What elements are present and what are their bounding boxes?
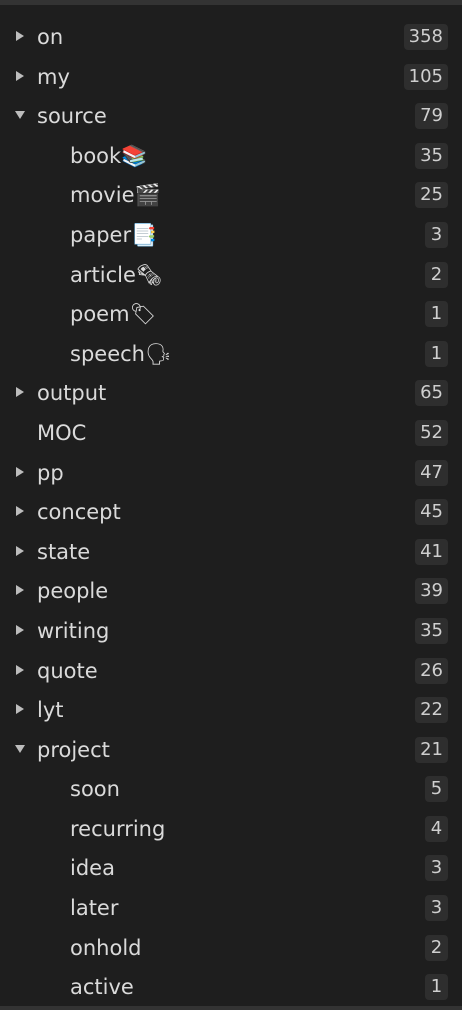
- tag-label: writing: [37, 618, 110, 643]
- tag-count-badge: 21: [415, 736, 448, 763]
- tag-count-badge: 25: [415, 182, 448, 209]
- triangle-right-icon[interactable]: [14, 663, 26, 677]
- tag-label: book📚: [70, 143, 148, 168]
- tag-subitem[interactable]: idea 3: [0, 848, 462, 888]
- tag-label: paper📑: [70, 222, 158, 247]
- tag-label: active: [70, 975, 134, 1000]
- tag-count-badge: 1: [425, 974, 448, 1001]
- tag-item[interactable]: quote 26: [0, 651, 462, 691]
- tag-subitem[interactable]: article🗞 2: [0, 255, 462, 295]
- tag-subitem[interactable]: paper📑 3: [0, 215, 462, 255]
- tag-tree: on 358 my 105 source 79 book📚 35 movie🎬 25 paper📑 3…: [0, 17, 462, 1007]
- tag-item[interactable]: concept 45: [0, 492, 462, 532]
- tag-count-badge: 105: [403, 63, 448, 90]
- tag-item[interactable]: source 79: [0, 96, 462, 136]
- tag-pane: on 358 my 105 source 79 book📚 35 movie🎬 25 paper📑 3…: [0, 0, 462, 1010]
- triangle-down-icon[interactable]: [14, 742, 26, 756]
- triangle-right-icon[interactable]: [14, 29, 26, 43]
- triangle-down-icon[interactable]: [14, 108, 26, 122]
- tag-item[interactable]: project 21: [0, 730, 462, 770]
- tag-count-badge: 47: [415, 459, 448, 486]
- tag-count-badge: 3: [425, 221, 448, 248]
- tag-count-badge: 52: [415, 419, 448, 446]
- tag-count-badge: 1: [425, 340, 448, 367]
- tag-label: movie🎬: [70, 183, 161, 208]
- tag-label: my: [37, 64, 70, 89]
- tag-subitem[interactable]: later 3: [0, 888, 462, 928]
- tag-count-badge: 4: [425, 815, 448, 842]
- tag-count-badge: 26: [415, 657, 448, 684]
- tag-item[interactable]: output 65: [0, 373, 462, 413]
- tag-count-badge: 45: [415, 499, 448, 526]
- triangle-right-icon[interactable]: [14, 623, 26, 637]
- tag-subitem[interactable]: active 1: [0, 967, 462, 1007]
- tag-label: on: [37, 25, 64, 49]
- tag-subitem[interactable]: poem🏷 1: [0, 294, 462, 334]
- top-border: [0, 0, 462, 5]
- tag-item[interactable]: people 39: [0, 571, 462, 611]
- triangle-right-icon[interactable]: [14, 504, 26, 518]
- tag-count-badge: 1: [425, 301, 448, 328]
- bottom-scroll-edge: [0, 1006, 462, 1010]
- tag-count-badge: 3: [425, 855, 448, 882]
- tag-count-badge: 2: [425, 261, 448, 288]
- tag-label: quote: [37, 658, 98, 683]
- tag-item[interactable]: pp 47: [0, 453, 462, 493]
- tag-item[interactable]: my 105: [0, 57, 462, 97]
- tag-count-badge: 22: [415, 697, 448, 724]
- tag-count-badge: 35: [415, 617, 448, 644]
- tag-count-badge: 65: [415, 380, 448, 407]
- tag-subitem[interactable]: recurring 4: [0, 809, 462, 849]
- tag-label: concept: [37, 500, 121, 525]
- tag-label: onhold: [70, 935, 142, 960]
- tag-count-badge: 3: [425, 895, 448, 922]
- triangle-right-icon[interactable]: [14, 69, 26, 83]
- tag-label: poem🏷: [70, 302, 157, 327]
- tag-label: speech🗣: [70, 341, 172, 366]
- triangle-right-icon[interactable]: [14, 702, 26, 716]
- tag-label: source: [37, 104, 107, 129]
- tag-count-badge: 5: [425, 776, 448, 803]
- triangle-right-icon[interactable]: [14, 544, 26, 558]
- tag-label: state: [37, 539, 91, 564]
- tag-item[interactable]: writing 35: [0, 611, 462, 651]
- tag-subitem[interactable]: onhold 2: [0, 928, 462, 968]
- tag-label: MOC: [37, 420, 87, 445]
- tag-label: idea: [70, 856, 115, 881]
- tag-label: article🗞: [70, 262, 163, 287]
- tag-item[interactable]: state 41: [0, 532, 462, 572]
- tag-count-badge: 39: [415, 578, 448, 605]
- tag-label: lyt: [37, 698, 64, 723]
- tag-count-badge: 41: [415, 538, 448, 565]
- tag-label: output: [37, 381, 107, 406]
- tag-subitem[interactable]: movie🎬 25: [0, 175, 462, 215]
- tag-item[interactable]: on 358: [0, 17, 462, 57]
- tag-label: pp: [37, 460, 64, 485]
- tag-label: recurring: [70, 816, 166, 841]
- tag-subitem[interactable]: speech🗣 1: [0, 334, 462, 374]
- triangle-right-icon[interactable]: [14, 465, 26, 479]
- triangle-right-icon[interactable]: [14, 385, 26, 399]
- tag-label: soon: [70, 777, 120, 802]
- tag-count-badge: 35: [415, 142, 448, 169]
- triangle-right-icon[interactable]: [14, 583, 26, 597]
- tag-count-badge: 2: [425, 934, 448, 961]
- tag-label: project: [37, 737, 110, 762]
- tag-label: later: [70, 896, 119, 921]
- tag-count-badge: 358: [403, 24, 448, 50]
- tag-label: people: [37, 579, 109, 604]
- tag-subitem[interactable]: book📚 35: [0, 136, 462, 176]
- tag-item[interactable]: lyt 22: [0, 690, 462, 730]
- tag-item[interactable]: MOC 52: [0, 413, 462, 453]
- tag-subitem[interactable]: soon 5: [0, 769, 462, 809]
- tag-count-badge: 79: [415, 103, 448, 130]
